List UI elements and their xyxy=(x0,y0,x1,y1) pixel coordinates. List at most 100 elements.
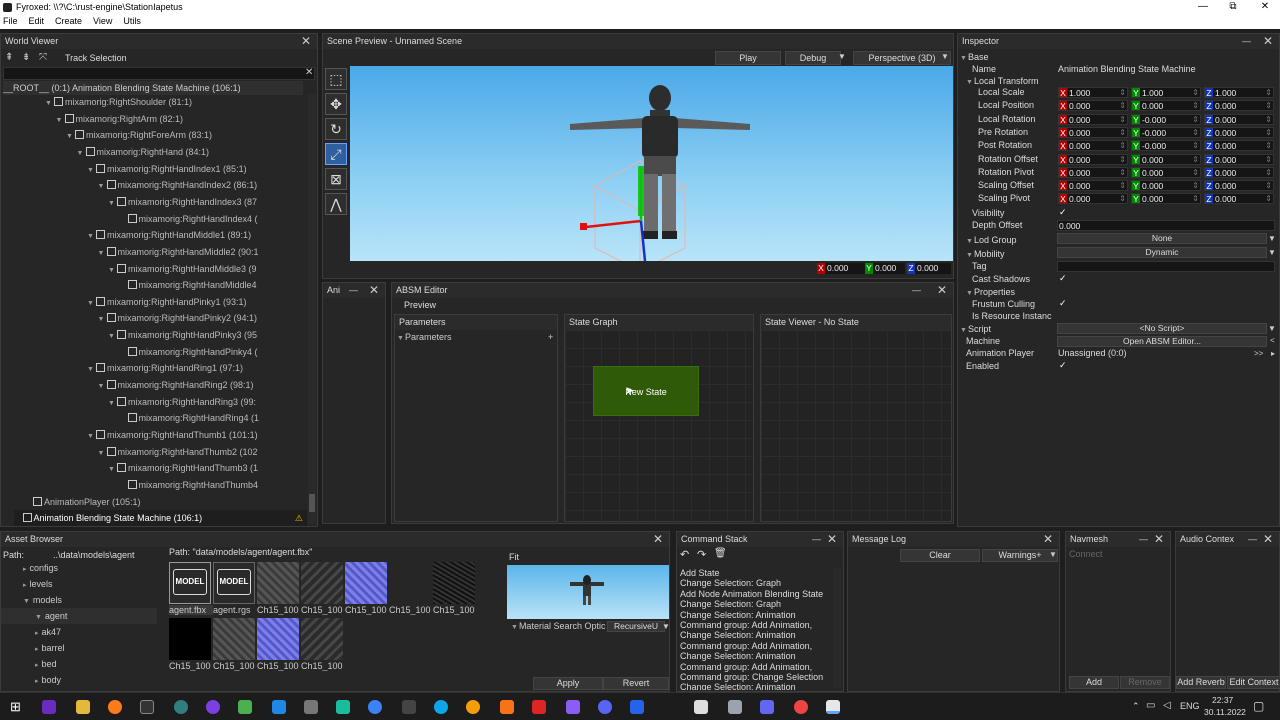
vector-x-field[interactable]: X 0.000 ⇕ xyxy=(1058,153,1128,165)
app-icon[interactable] xyxy=(238,700,252,714)
chevron-down-icon[interactable]: ▼ xyxy=(838,52,846,61)
collapse-all-icon[interactable]: ⇟ xyxy=(22,52,34,64)
expand-arrow-icon[interactable]: ▸ xyxy=(35,646,40,653)
frustum-culling-checkbox[interactable]: ✓ xyxy=(1059,298,1067,309)
spinner-icon[interactable]: ⇕ xyxy=(1119,128,1126,137)
expand-arrow-icon[interactable]: ▼ xyxy=(87,296,95,312)
model-thumbnail[interactable]: MODEL xyxy=(213,562,255,604)
discord-icon[interactable] xyxy=(598,700,612,714)
expand-arrow-icon[interactable]: ▼ xyxy=(23,598,32,605)
spinner-icon[interactable]: ⇕ xyxy=(1119,88,1126,97)
expand-arrow-icon[interactable]: ▼ xyxy=(56,113,64,129)
vector-y-field[interactable]: Y 1.000 ⇕ xyxy=(1131,87,1201,98)
vector-x-field[interactable]: X 1.000 ⇕ xyxy=(1058,87,1128,98)
severity-filter-select[interactable]: Warnings+ xyxy=(982,549,1058,562)
spinner-icon[interactable]: ⇕ xyxy=(1192,181,1199,190)
command-entry[interactable]: Command group: Add Animation, xyxy=(680,620,832,630)
spinner-icon[interactable]: ⇕ xyxy=(1192,128,1199,137)
model-thumbnail[interactable]: MODEL xyxy=(169,562,211,604)
spinner-icon[interactable]: ⇕ xyxy=(1265,101,1272,110)
spinner-icon[interactable]: ⇕ xyxy=(1192,141,1199,150)
expand-arrow-icon[interactable]: ▼ xyxy=(108,196,116,212)
vlc-icon[interactable] xyxy=(500,700,514,714)
command-entry[interactable]: Change Selection: Animation xyxy=(680,630,832,640)
close-icon[interactable]: ✕ xyxy=(1263,34,1273,48)
spinner-icon[interactable]: ⇕ xyxy=(1192,88,1199,97)
tree-item[interactable]: ▼ mixamorig:RightHandThumb1 (101:1) xyxy=(87,427,258,443)
terrain-tool-icon[interactable]: ⋀ xyxy=(325,193,347,215)
minimize-icon[interactable]: — xyxy=(812,532,821,547)
vector-z-field[interactable]: Z 0.000 ⇕ xyxy=(1204,193,1274,205)
enabled-checkbox[interactable]: ✓ xyxy=(1059,360,1067,371)
move-tool-icon[interactable]: ✥ xyxy=(325,93,347,115)
expand-arrow-icon[interactable]: ▼ xyxy=(98,179,106,195)
tag-field[interactable] xyxy=(1057,261,1275,272)
folder-item[interactable]: ▼ agent xyxy=(1,608,157,624)
tree-item[interactable]: ▼ mixamorig:RightHandRing1 (97:1) xyxy=(87,360,243,376)
texture-thumbnail[interactable] xyxy=(257,562,299,604)
texture-thumbnail[interactable] xyxy=(301,618,343,660)
tree-item[interactable]: ▼ mixamorig:RightHandPinky1 (93:1) xyxy=(87,294,247,310)
open-absm-editor-button[interactable]: Open ABSM Editor... xyxy=(1057,336,1267,347)
search-input[interactable] xyxy=(3,67,315,80)
texture-thumbnail[interactable] xyxy=(389,562,431,604)
scene-viewport[interactable] xyxy=(350,66,953,272)
lod-group-section[interactable]: ▼Lod Group xyxy=(966,235,1016,245)
minimize-icon[interactable]: — xyxy=(1139,532,1148,547)
vector-z-field[interactable]: Z 0.000 ⇕ xyxy=(1204,113,1274,125)
script-select[interactable]: <No Script> xyxy=(1057,323,1267,334)
expand-arrow-icon[interactable]: ▼ xyxy=(108,329,116,345)
app-icon[interactable] xyxy=(368,700,382,714)
command-entry[interactable]: Add Node Animation Blending State xyxy=(680,589,832,599)
app-icon[interactable] xyxy=(206,700,220,714)
expand-arrow-icon[interactable]: ▸ xyxy=(35,678,40,685)
expand-arrow-icon[interactable]: ▼ xyxy=(98,379,106,395)
tree-item[interactable]: ▼ mixamorig:RightHandPinky3 (95 xyxy=(108,327,257,343)
camera-mode-select[interactable]: Perspective (3D) xyxy=(853,51,951,65)
vector-x-field[interactable]: X 0.000 ⇕ xyxy=(1058,100,1128,112)
notification-icon[interactable]: ▢ xyxy=(1253,699,1264,713)
parameters-list-item[interactable]: ▼Parameters xyxy=(397,332,451,342)
edge-icon[interactable] xyxy=(434,700,448,714)
minimize-button[interactable]: — xyxy=(1188,0,1218,14)
folder-item[interactable]: ▸ configs xyxy=(1,560,157,576)
app-icon[interactable] xyxy=(566,700,580,714)
app-icon[interactable] xyxy=(694,700,708,714)
spinner-icon[interactable]: ⇕ xyxy=(1265,115,1272,124)
command-entry[interactable]: Command group: Add Animation, xyxy=(680,662,832,672)
vector-y-field[interactable]: Y 0.000 ⇕ xyxy=(1131,166,1201,178)
spinner-icon[interactable]: ⇕ xyxy=(1265,88,1272,97)
menu-create[interactable]: Create xyxy=(52,14,90,29)
minimize-icon[interactable]: — xyxy=(912,283,921,298)
depth-offset-field[interactable]: 0.000 xyxy=(1057,220,1275,231)
minimize-icon[interactable]: — xyxy=(1242,34,1251,49)
volume-icon[interactable]: ◁ xyxy=(1163,700,1171,711)
chevron-down-icon[interactable]: ▼ xyxy=(1268,248,1276,257)
tree-item[interactable]: ▼ mixamorig:RightHandMiddle1 (89:1) xyxy=(87,227,251,243)
texture-thumbnail[interactable] xyxy=(345,562,387,604)
spinner-icon[interactable]: ⇕ xyxy=(1119,115,1126,124)
fast-forward-icon[interactable]: >> xyxy=(1254,349,1263,358)
folder-item[interactable]: ▸ bed xyxy=(1,656,157,672)
texture-thumbnail[interactable] xyxy=(169,618,211,660)
spinner-icon[interactable]: ⇕ xyxy=(1265,194,1272,203)
texture-thumbnail[interactable] xyxy=(301,562,343,604)
chevron-down-icon[interactable]: ▼ xyxy=(1268,234,1276,243)
tree-item[interactable]: ▼ mixamorig:RightHandMiddle3 (9 xyxy=(108,261,257,277)
tree-item[interactable]: mixamorig:RightHandMiddle4 xyxy=(119,277,257,293)
clear-search-icon[interactable]: ✕ xyxy=(305,67,313,78)
spinner-icon[interactable]: ⇕ xyxy=(1119,155,1126,164)
expand-arrow-icon[interactable]: ▸ xyxy=(35,630,40,637)
clock-time[interactable]: 22:37 xyxy=(1212,695,1233,705)
chevron-down-icon[interactable]: ▼ xyxy=(1268,324,1276,333)
command-entry[interactable]: Change Selection: Animation xyxy=(680,682,832,690)
menu-view[interactable]: View xyxy=(90,14,120,29)
mobility-section[interactable]: ▼Mobility xyxy=(966,249,1004,259)
tree-item[interactable]: ▼ mixamorig:RightShoulder (81:1) xyxy=(45,94,192,110)
add-navmesh-button[interactable]: Add xyxy=(1069,676,1119,689)
vector-z-field[interactable]: Z 0.000 ⇕ xyxy=(1204,180,1274,192)
vector-z-field[interactable]: Z 0.000 ⇕ xyxy=(1204,140,1274,152)
vector-z-field[interactable]: Z 0.000 ⇕ xyxy=(1204,153,1274,165)
spinner-icon[interactable]: ⇕ xyxy=(1119,194,1126,203)
script-section[interactable]: ▼Script xyxy=(960,324,991,334)
